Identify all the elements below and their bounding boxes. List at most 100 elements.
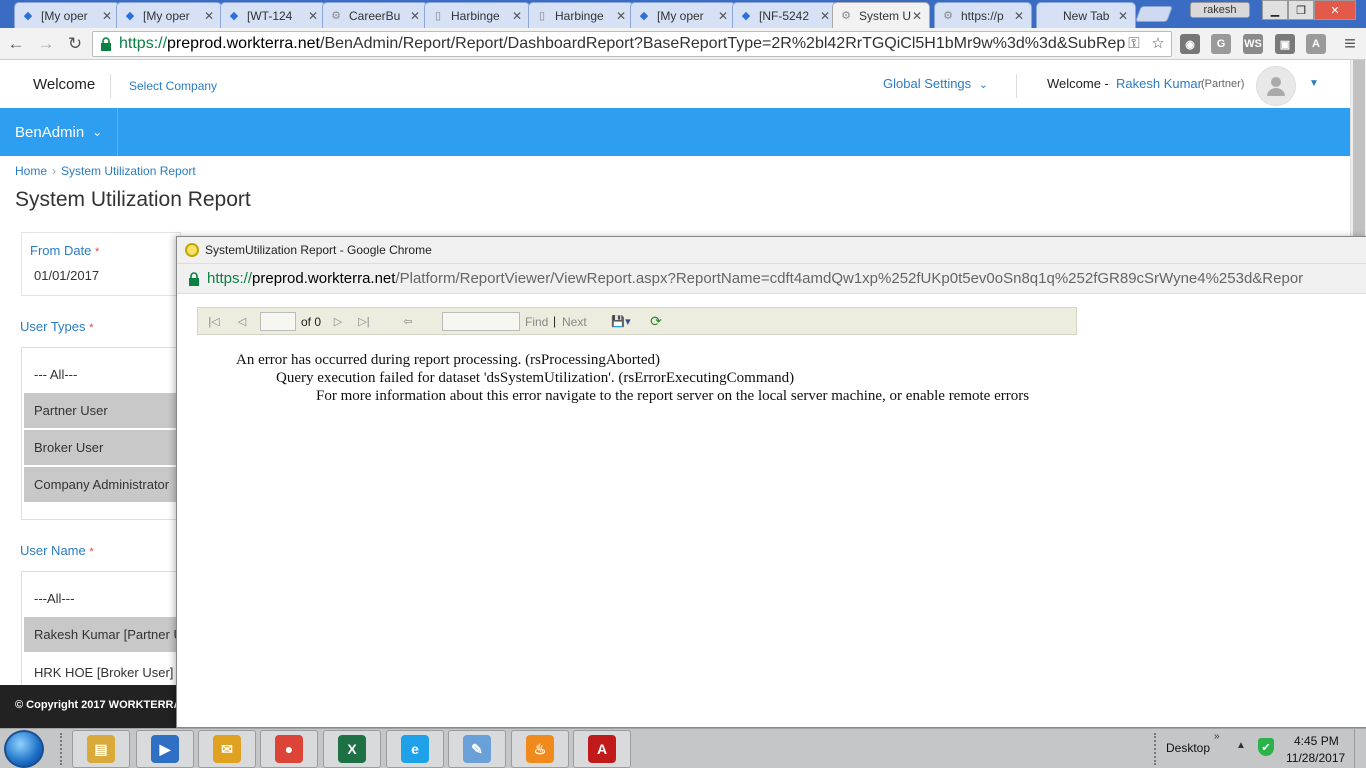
next-page-icon[interactable]: ▷ — [330, 313, 346, 329]
taskbar-app-button[interactable]: e — [386, 730, 444, 768]
scrollbar-thumb[interactable] — [1353, 60, 1365, 240]
taskbar-app-button[interactable]: ● — [260, 730, 318, 768]
list-option[interactable]: Company Administrator — [24, 467, 180, 503]
from-date-field[interactable]: From Date * 01/01/2017 — [21, 232, 181, 296]
grammarly-icon[interactable]: G — [1211, 34, 1231, 54]
previous-page-icon[interactable]: ◁ — [234, 313, 250, 329]
global-settings-menu[interactable]: Global Settings ⌄ — [883, 76, 988, 91]
tray-expand-icon[interactable]: ▲ — [1236, 740, 1246, 751]
tab-close-icon[interactable]: ✕ — [819, 9, 831, 23]
breadcrumb: Home › System Utilization Report — [15, 164, 196, 178]
tab-item[interactable]: ◆ [My oper ✕ — [14, 2, 120, 28]
tab-item[interactable]: ◆ [WT-124 ✕ — [220, 2, 326, 28]
list-option[interactable]: --- All--- — [24, 356, 180, 392]
tab-item[interactable]: ◆ [My oper ✕ — [630, 2, 736, 28]
taskbar-app-button[interactable]: ✎ — [448, 730, 506, 768]
benadmin-menu[interactable]: BenAdmin ⌄ — [0, 108, 118, 156]
start-button[interactable] — [4, 730, 44, 768]
taskbar-app-button[interactable]: A — [573, 730, 631, 768]
select-company-link[interactable]: Select Company — [129, 79, 217, 93]
taskbar-app-button[interactable]: ♨ — [511, 730, 569, 768]
from-date-value[interactable]: 01/01/2017 — [34, 268, 99, 283]
tab-close-icon[interactable]: ✕ — [911, 9, 923, 23]
pdf-reader-icon: A — [588, 735, 616, 763]
export-save-icon[interactable]: 💾▾ — [608, 313, 634, 329]
ie-icon: e — [401, 735, 429, 763]
tab-close-icon[interactable]: ✕ — [615, 9, 627, 23]
avatar[interactable] — [1256, 66, 1296, 106]
chevron-right-icon: › — [52, 164, 57, 178]
pocket-icon[interactable]: ▣ — [1275, 34, 1295, 54]
clock-time[interactable]: 4:45 PM — [1294, 734, 1339, 748]
find-text-input[interactable] — [442, 312, 520, 331]
find-link[interactable]: Find — [525, 315, 548, 329]
user-name-label: User Name * — [20, 543, 94, 558]
tab-item[interactable]: ⚙ https://p ✕ — [934, 2, 1032, 28]
maximize-button[interactable]: ❐ — [1288, 0, 1314, 20]
tab-item[interactable]: New Tab ✕ — [1036, 2, 1136, 28]
taskbar-app-button[interactable]: ▤ — [72, 730, 130, 768]
tab-item[interactable]: ◆ [My oper ✕ — [116, 2, 222, 28]
tab-close-icon[interactable]: ✕ — [409, 9, 421, 23]
acrobat-icon[interactable]: A — [1306, 34, 1326, 54]
last-page-icon[interactable]: ▷| — [356, 313, 372, 329]
lock-icon — [189, 271, 199, 286]
find-next-link[interactable]: Next — [562, 315, 587, 329]
tab-item[interactable]: ◆ [NF-5242 ✕ — [732, 2, 838, 28]
camera-icon[interactable]: ◉ — [1180, 34, 1200, 54]
back-to-parent-icon[interactable]: ⇦ — [400, 313, 416, 329]
breadcrumb-current: System Utilization Report — [61, 164, 196, 178]
bookmark-star-icon[interactable]: ☆ — [1149, 34, 1167, 52]
tab-item[interactable]: ▯ Harbinge ✕ — [424, 2, 530, 28]
list-option[interactable]: Partner User — [24, 393, 180, 429]
address-bar[interactable]: https://preprod.workterra.net/BenAdmin/R… — [92, 31, 1172, 57]
profile-chip[interactable]: rakesh — [1190, 2, 1250, 18]
user-menu-caret-icon[interactable]: ▼ — [1309, 78, 1319, 89]
tab-item[interactable]: ⚙ CareerBu ✕ — [322, 2, 428, 28]
popup-url-path: /Platform/ReportViewer/ViewReport.aspx?R… — [395, 270, 1304, 287]
welcome-prefix: Welcome - — [1047, 76, 1109, 91]
tab-close-icon[interactable]: ✕ — [1117, 9, 1129, 23]
user-types-listbox[interactable]: --- All--- Partner User Broker User Company… — [21, 347, 181, 520]
clock-date[interactable]: 11/28/2017 — [1286, 751, 1345, 765]
tab-close-icon[interactable]: ✕ — [101, 9, 113, 23]
first-page-icon[interactable]: |◁ — [206, 313, 222, 329]
breadcrumb-home[interactable]: Home — [15, 164, 47, 178]
page-number-input[interactable] — [260, 312, 296, 331]
tab-item[interactable]: ▯ Harbinge ✕ — [528, 2, 634, 28]
taskbar-app-button[interactable]: ✉ — [198, 730, 256, 768]
list-option[interactable]: Broker User — [24, 430, 180, 466]
back-icon[interactable]: ← — [4, 32, 28, 56]
taskbar-app-button[interactable]: ▶ — [136, 730, 194, 768]
chrome-menu-icon[interactable]: ≡ — [1338, 32, 1362, 56]
popup-title-bar: SystemUtilization Report - Google Chrome — [177, 237, 1366, 264]
tab-close-icon[interactable]: ✕ — [203, 9, 215, 23]
tab-item[interactable]: ⚙ System U ✕ — [832, 2, 930, 28]
refresh-icon[interactable]: ⟳ — [648, 313, 664, 329]
tab-close-icon[interactable]: ✕ — [1013, 9, 1025, 23]
list-option[interactable]: ---All--- — [24, 580, 180, 616]
show-desktop-button[interactable] — [1354, 729, 1366, 768]
tab-close-icon[interactable]: ✕ — [307, 9, 319, 23]
taskbar-app-button[interactable]: X — [323, 730, 381, 768]
tab-close-icon[interactable]: ✕ — [511, 9, 523, 23]
profile-name: rakesh — [1203, 4, 1237, 16]
toolbar-expand-icon[interactable]: » — [1214, 731, 1220, 742]
popup-url-host: preprod.workterra.net — [252, 270, 396, 287]
ws-icon[interactable]: WS — [1243, 34, 1263, 54]
tab-close-icon[interactable]: ✕ — [717, 9, 729, 23]
user-name-link[interactable]: Rakesh Kumar — [1116, 76, 1202, 91]
forward-icon[interactable]: → — [34, 32, 58, 56]
minimize-button[interactable]: ▁ — [1262, 0, 1288, 20]
reload-icon[interactable]: ↻ — [63, 32, 87, 56]
new-tab-button[interactable] — [1135, 6, 1173, 22]
security-shield-icon[interactable]: ✔ — [1258, 738, 1274, 756]
browser-toolbar: ← → ↻ https://preprod.workterra.net/BenA… — [0, 28, 1366, 60]
desktop-toolbar-label[interactable]: Desktop — [1166, 741, 1210, 755]
list-option[interactable]: Rakesh Kumar [Partner User] — [24, 617, 180, 653]
user-name-listbox[interactable]: ---All---Rakesh Kumar [Partner User]HRK … — [21, 571, 181, 691]
user-role: (Partner) — [1201, 78, 1245, 90]
key-icon[interactable]: ⚿ — [1125, 34, 1143, 52]
explorer-icon: ▤ — [87, 735, 115, 763]
close-window-button[interactable]: ✕ — [1314, 0, 1356, 20]
